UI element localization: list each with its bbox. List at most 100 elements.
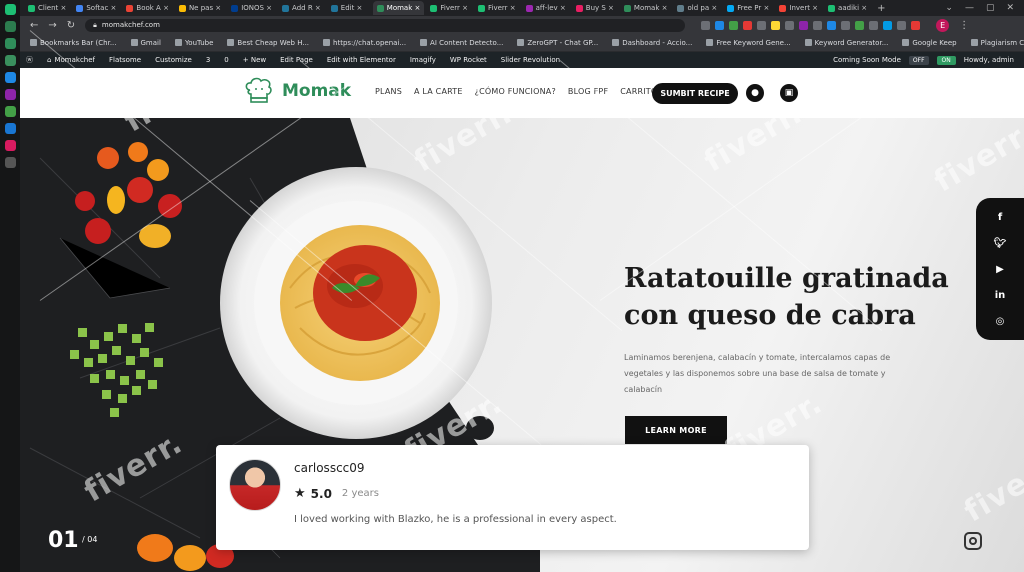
- sidebar-app-icon[interactable]: [4, 72, 16, 83]
- learn-more-button[interactable]: LEARN MORE: [625, 416, 727, 444]
- wp-item-customize[interactable]: Customize: [155, 56, 192, 64]
- coming-soon-on[interactable]: ON: [936, 55, 956, 65]
- sidebar-app-icon[interactable]: [4, 55, 16, 66]
- close-icon[interactable]: ✕: [1006, 3, 1014, 13]
- bookmark-item[interactable]: Plagiarism Checker...: [970, 39, 1024, 47]
- sidebar-app-icon[interactable]: [4, 21, 16, 32]
- wp-item-comments[interactable]: 0: [224, 56, 228, 64]
- browser-tab[interactable]: Client ×: [24, 1, 70, 15]
- sidebar-app-icon[interactable]: [4, 89, 16, 100]
- back-icon[interactable]: ←: [30, 20, 38, 31]
- coming-soon-off[interactable]: OFF: [908, 55, 929, 65]
- wp-item-edit-page[interactable]: Edit Page: [280, 56, 313, 64]
- new-tab-icon[interactable]: +: [873, 3, 889, 14]
- bookmark-item[interactable]: Keyword Generator...: [804, 39, 888, 47]
- wordpress-icon[interactable]: ⓦ: [26, 55, 33, 65]
- sidebar-app-icon[interactable]: [4, 123, 16, 134]
- bookmark-label: Free Keyword Gene...: [716, 38, 791, 47]
- youtube-icon[interactable]: ▶: [992, 261, 1008, 277]
- nav-plans[interactable]: PLANS: [375, 87, 402, 96]
- nav-blog[interactable]: BLOG FPF: [568, 87, 608, 96]
- wp-item-wprocket[interactable]: WP Rocket: [450, 56, 487, 64]
- bookmark-item[interactable]: YouTube: [174, 39, 213, 47]
- submit-recipe-button[interactable]: SUMBIT RECIPE: [652, 83, 738, 104]
- extension-icon[interactable]: [799, 20, 809, 30]
- extension-icon[interactable]: [715, 20, 725, 30]
- extension-icon[interactable]: [757, 20, 767, 30]
- browser-tab[interactable]: Ne pas ×: [175, 1, 225, 15]
- wp-item-flatsome[interactable]: Flatsome: [109, 56, 141, 64]
- extension-icon[interactable]: [869, 20, 879, 30]
- tab-label: Fiverr ×: [488, 4, 516, 12]
- browser-tab[interactable]: IONOS ×: [227, 1, 276, 15]
- wp-item-elementor[interactable]: Edit with Elementor: [327, 56, 396, 64]
- browser-tab[interactable]: Momak ×: [372, 1, 425, 15]
- nav-como-funciona[interactable]: ¿CÓMO FUNCIONA?: [475, 87, 556, 96]
- wp-item-new[interactable]: + New: [243, 56, 266, 64]
- profile-avatar[interactable]: E: [936, 18, 950, 32]
- browser-tab[interactable]: Add R ×: [278, 1, 325, 15]
- extension-icon[interactable]: [701, 20, 711, 30]
- wp-item-imagify[interactable]: Imagify: [410, 56, 436, 64]
- browser-tab[interactable]: aff-lev ×: [522, 1, 570, 15]
- browser-tab[interactable]: Fiverr ×: [474, 1, 520, 15]
- sidebar-app-icon[interactable]: [4, 4, 16, 15]
- browser-tab[interactable]: old pa ×: [673, 1, 721, 15]
- extension-icon[interactable]: [855, 20, 865, 30]
- bookmark-item[interactable]: Free Keyword Gene...: [706, 38, 791, 47]
- forward-icon[interactable]: →: [48, 20, 56, 31]
- extension-icon[interactable]: [827, 20, 837, 30]
- extension-icon[interactable]: [743, 20, 753, 30]
- menu-icon[interactable]: ⋮: [959, 20, 969, 31]
- browser-tab[interactable]: Invert ×: [775, 1, 822, 15]
- bookmark-item[interactable]: ZeroGPT - Chat GP...: [517, 39, 598, 47]
- bookmark-item[interactable]: Dashboard - Accio...: [612, 39, 692, 47]
- extension-icon[interactable]: [729, 20, 739, 30]
- instagram-icon[interactable]: [964, 532, 982, 550]
- sidebar-app-icon[interactable]: [4, 38, 16, 49]
- browser-tab[interactable]: Edit ×: [327, 1, 371, 15]
- sidebar-app-icon[interactable]: [4, 106, 16, 117]
- bookmark-item[interactable]: Gmail: [130, 39, 161, 47]
- extension-icon[interactable]: [785, 20, 795, 30]
- user-icon[interactable]: ●: [746, 84, 764, 102]
- extension-icon[interactable]: [771, 20, 781, 30]
- browser-tab[interactable]: aadiki ×: [824, 1, 871, 15]
- browser-tab[interactable]: Book A ×: [122, 1, 173, 15]
- tab-favicon-icon: [677, 4, 685, 12]
- bookmark-item[interactable]: Google Keep: [902, 39, 957, 47]
- linkedin-icon[interactable]: in: [992, 287, 1008, 303]
- wp-item-updates[interactable]: 3: [206, 56, 210, 64]
- nav-a-la-carte[interactable]: A LA CARTE: [414, 87, 463, 96]
- instagram-icon[interactable]: ◎: [992, 313, 1008, 329]
- extension-icon[interactable]: [911, 20, 921, 30]
- wp-site-name[interactable]: ⌂ Momakchef: [47, 56, 95, 64]
- browser-tab[interactable]: Buy S ×: [572, 1, 618, 15]
- site-logo[interactable]: Momak: [242, 76, 351, 106]
- sidebar-app-icon[interactable]: [4, 157, 16, 168]
- search-tabs-icon[interactable]: ⌄: [945, 3, 953, 13]
- browser-tab[interactable]: Softac ×: [72, 1, 120, 15]
- extension-icon[interactable]: [883, 20, 893, 30]
- bookmark-item[interactable]: Bookmarks Bar (Chr...: [30, 39, 117, 47]
- cart-icon[interactable]: ▣: [780, 84, 798, 102]
- bookmark-item[interactable]: AI Content Detecto...: [420, 39, 503, 47]
- facebook-icon[interactable]: f: [992, 209, 1008, 225]
- maximize-icon[interactable]: ▢: [986, 3, 995, 13]
- address-bar: ← → ↻ 🔒︎ momakchef.com E ⋮: [20, 16, 1024, 34]
- howdy-admin[interactable]: Howdy, admin: [964, 56, 1014, 64]
- bookmark-item[interactable]: Best Cheap Web H...: [227, 39, 309, 47]
- browser-tab[interactable]: Momak ×: [620, 1, 672, 15]
- minimize-icon[interactable]: —: [965, 3, 974, 13]
- sidebar-app-icon[interactable]: [4, 140, 16, 151]
- browser-tab[interactable]: Free Pr ×: [723, 1, 773, 15]
- twitter-icon[interactable]: 🐦︎: [992, 235, 1008, 251]
- extension-icon[interactable]: [813, 20, 823, 30]
- browser-tab[interactable]: Fiverr ×: [426, 1, 472, 15]
- bookmark-item[interactable]: https://chat.openai...: [323, 39, 406, 47]
- extension-icon[interactable]: [841, 20, 851, 30]
- extension-icon[interactable]: [897, 20, 907, 30]
- reload-icon[interactable]: ↻: [67, 20, 75, 31]
- url-input[interactable]: 🔒︎ momakchef.com: [85, 18, 686, 32]
- wp-item-slider-revolution[interactable]: Slider Revolution: [501, 56, 560, 64]
